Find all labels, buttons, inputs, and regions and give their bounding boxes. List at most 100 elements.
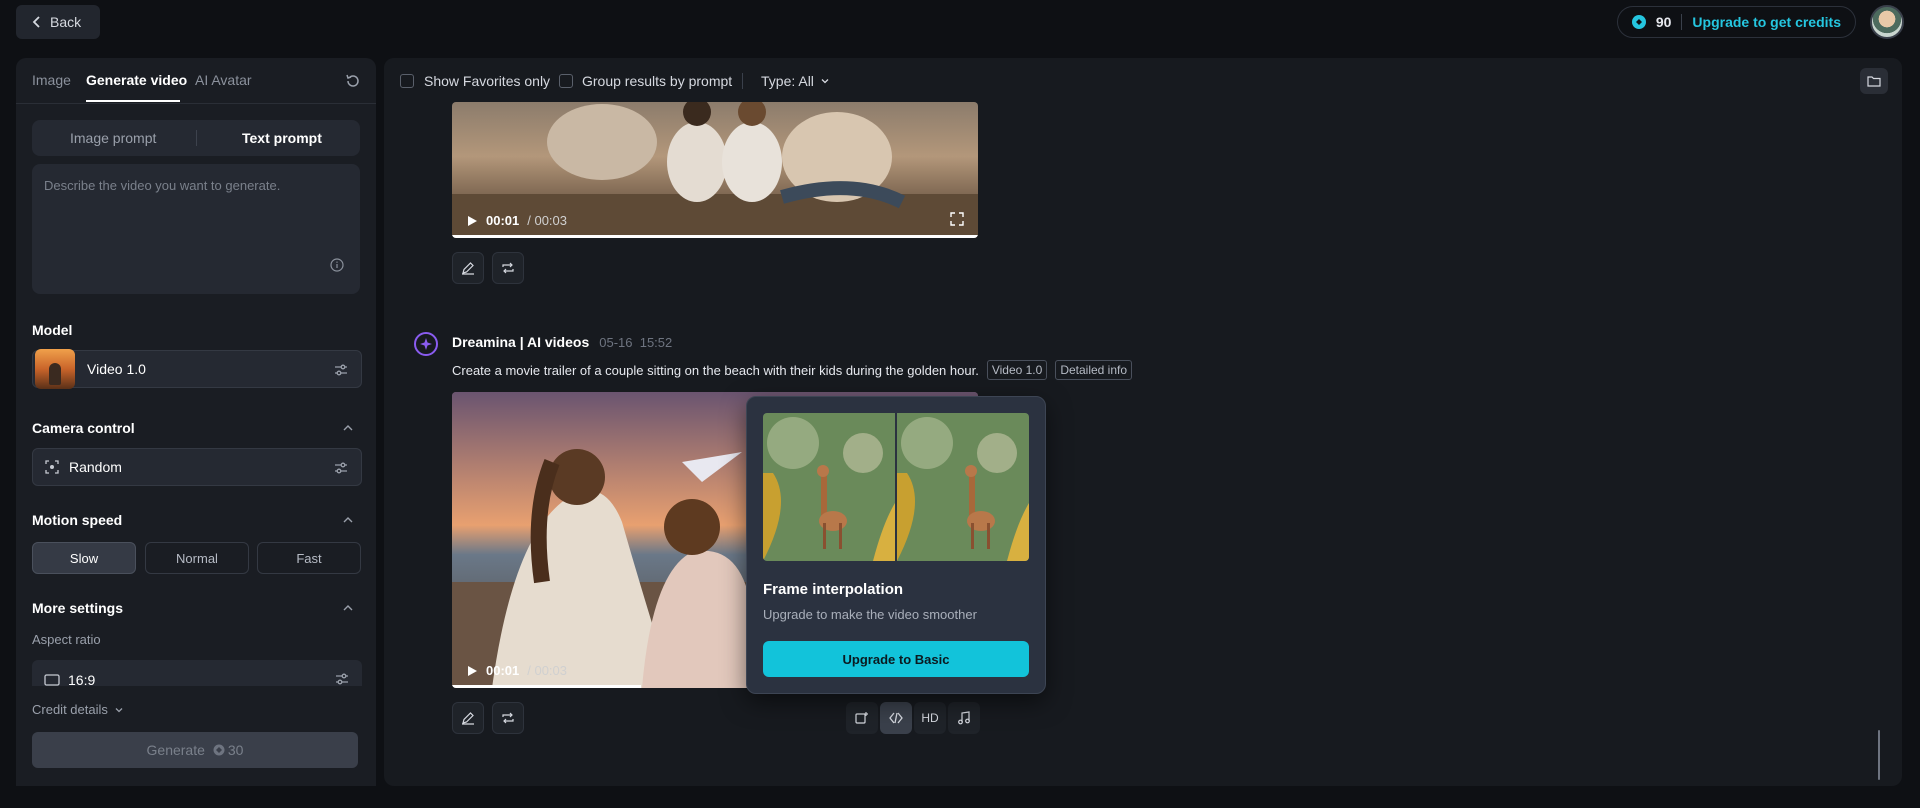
video-progress-bar[interactable] <box>452 235 978 238</box>
prompt-mode-toggle: Image prompt Text prompt <box>32 120 360 156</box>
play-icon[interactable] <box>466 215 478 227</box>
popover-title: Frame interpolation <box>763 581 904 598</box>
preview-image-after <box>897 413 1029 561</box>
top-bar: Back 90 Upgrade to get credits <box>0 0 1920 56</box>
chevron-down-icon <box>821 79 829 84</box>
motion-speed-title: Motion speed <box>32 512 123 528</box>
video-current-time: 00:01 <box>486 213 520 228</box>
divider <box>196 130 197 146</box>
edit-button[interactable] <box>452 252 484 284</box>
aspect-ratio-label: Aspect ratio <box>32 632 101 647</box>
video-player[interactable]: 00:01 / 00:03 <box>452 102 978 238</box>
edit-button[interactable] <box>452 702 484 734</box>
text-prompt-option[interactable]: Text prompt <box>242 130 322 146</box>
sliders-icon[interactable] <box>334 671 350 687</box>
model-select[interactable]: Video 1.0 <box>32 349 362 389</box>
hd-button[interactable]: HD <box>914 702 946 734</box>
prompt-box <box>32 164 360 294</box>
sender-name: Dreamina | AI videos <box>452 334 590 350</box>
video-controls: 00:01 / 00:03 <box>466 213 567 228</box>
model-tag[interactable]: Video 1.0 <box>986 360 1048 380</box>
camera-control-title: Camera control <box>32 420 135 436</box>
video-duration: / 00:03 <box>527 213 568 228</box>
generate-label: Generate <box>146 742 205 758</box>
camera-control-value: Random <box>69 459 122 475</box>
regenerate-button[interactable] <box>492 252 524 284</box>
chevron-down-icon <box>115 707 123 712</box>
folder-button[interactable] <box>1860 68 1888 94</box>
play-icon[interactable] <box>466 665 478 677</box>
upgrade-credits-link[interactable]: Upgrade to get credits <box>1692 14 1841 30</box>
popover-subtitle: Upgrade to make the video smoother <box>763 607 977 622</box>
credit-details-toggle[interactable]: Credit details <box>32 702 124 717</box>
speed-slow-button[interactable]: Slow <box>32 542 136 574</box>
more-settings-title: More settings <box>32 600 124 616</box>
detailed-info-tag[interactable]: Detailed info <box>1055 360 1133 380</box>
favorites-checkbox[interactable] <box>400 74 414 88</box>
back-label: Back <box>50 14 82 30</box>
tab-image[interactable]: Image <box>32 72 71 88</box>
model-value: Video 1.0 <box>87 361 146 377</box>
video-action-group: HD <box>846 702 980 734</box>
prompt-text: Create a movie trailer of a couple sitti… <box>452 362 979 378</box>
group-by-prompt-checkbox[interactable] <box>559 74 573 88</box>
folder-icon <box>1867 76 1881 87</box>
sliders-icon[interactable] <box>333 362 349 378</box>
results-panel: Show Favorites only Group results by pro… <box>384 58 1902 786</box>
message-date: 05-16 15:52 <box>599 334 673 350</box>
back-button[interactable]: Back <box>16 5 100 39</box>
repeat-icon <box>502 712 514 724</box>
generate-button[interactable]: Generate 30 <box>32 732 358 768</box>
upgrade-to-basic-button[interactable]: Upgrade to Basic <box>763 641 1029 677</box>
pencil-icon <box>462 262 474 275</box>
speed-fast-button[interactable]: Fast <box>257 542 361 574</box>
credit-coin-icon <box>1631 15 1646 29</box>
aspect-ratio-icon <box>44 674 60 686</box>
divider <box>742 73 743 89</box>
credit-details-label: Credit details <box>32 702 108 717</box>
credit-count: 90 <box>1655 14 1672 30</box>
video-progress-bar[interactable] <box>452 685 642 688</box>
message-header: Dreamina | AI videos 05-16 15:52 <box>452 334 672 350</box>
frame-interpolation-button[interactable] <box>880 702 912 734</box>
video-controls: 00:01 / 00:03 <box>466 663 567 678</box>
pencil-icon <box>462 712 474 725</box>
tab-ai-avatar[interactable]: AI Avatar <box>195 72 252 88</box>
info-icon[interactable] <box>330 258 344 272</box>
sliders-icon[interactable] <box>333 460 349 476</box>
fullscreen-icon[interactable] <box>950 212 964 226</box>
scrollbar[interactable] <box>1878 730 1880 780</box>
reset-icon[interactable] <box>344 72 362 90</box>
speed-normal-button[interactable]: Normal <box>145 542 249 574</box>
chevron-up-icon[interactable] <box>342 602 354 614</box>
type-filter-dropdown[interactable]: Type: All <box>761 73 830 89</box>
sound-button[interactable] <box>948 702 980 734</box>
user-avatar[interactable] <box>1870 5 1904 39</box>
prompt-input[interactable] <box>44 178 344 258</box>
credits-pill[interactable]: 90 Upgrade to get credits <box>1616 6 1856 38</box>
regenerate-button[interactable] <box>492 702 524 734</box>
left-panel: Image Generate video AI Avatar Image pro… <box>16 58 376 786</box>
model-thumbnail <box>35 349 75 389</box>
divider <box>1681 14 1683 30</box>
active-tab-underline <box>86 100 180 102</box>
image-prompt-option[interactable]: Image prompt <box>70 130 156 146</box>
camera-control-select[interactable]: Random <box>32 448 362 486</box>
extend-button[interactable] <box>846 702 878 734</box>
dreamina-bot-icon <box>414 332 438 356</box>
group-by-prompt-label[interactable]: Group results by prompt <box>582 73 732 89</box>
chevron-up-icon[interactable] <box>342 422 354 434</box>
chevron-left-icon <box>32 16 40 28</box>
generate-cost: 30 <box>227 742 244 758</box>
video-current-time: 00:01 <box>486 663 520 678</box>
preview-image-before <box>763 413 895 561</box>
video-duration: / 00:03 <box>527 663 568 678</box>
type-filter-label: Type: All <box>761 73 814 89</box>
mode-tabs: Image Generate video AI Avatar <box>16 58 376 104</box>
tab-generate-video[interactable]: Generate video <box>86 72 187 88</box>
extend-icon <box>855 712 868 724</box>
favorites-label[interactable]: Show Favorites only <box>424 73 550 89</box>
frame-interpolation-icon <box>889 712 903 724</box>
credit-coin-icon <box>213 744 225 756</box>
chevron-up-icon[interactable] <box>342 514 354 526</box>
